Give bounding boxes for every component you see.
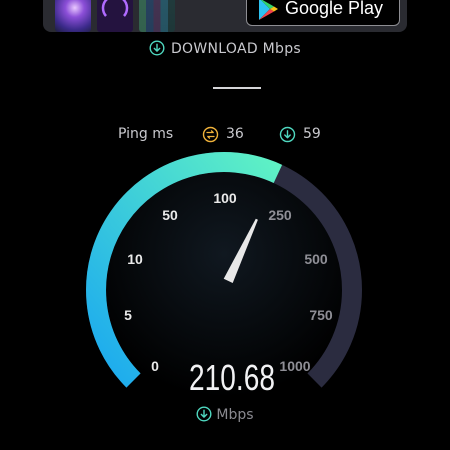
download-circle-icon	[196, 406, 212, 426]
tick-label-750: 750	[309, 307, 333, 323]
tick-label-10: 10	[127, 251, 143, 267]
tick-label-500: 500	[304, 251, 328, 267]
tick-label-50: 50	[162, 207, 178, 223]
speed-unit-row: Mbps	[0, 406, 450, 426]
speed-readout: 210.68	[189, 357, 275, 398]
tick-label-0: 0	[151, 358, 159, 374]
tick-label-5: 5	[124, 307, 132, 323]
tick-label-100: 100	[213, 190, 237, 206]
tick-label-250: 250	[268, 207, 292, 223]
speed-unit-label: Mbps	[216, 407, 254, 423]
